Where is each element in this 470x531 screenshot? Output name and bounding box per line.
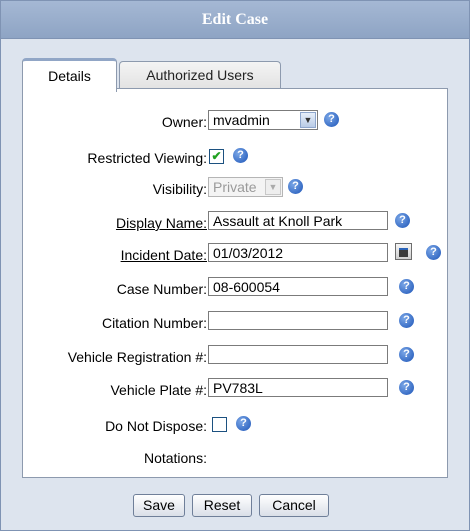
checkmark-icon: ✔ — [211, 149, 222, 163]
owner-select[interactable]: mvadmin ▼ — [208, 110, 318, 130]
incident-date-input[interactable]: 01/03/2012 — [208, 243, 388, 262]
case-number-label: Case Number: — [116, 281, 207, 297]
dialog-title: Edit Case — [1, 1, 469, 39]
do-not-dispose-label: Do Not Dispose: — [105, 418, 207, 434]
do-not-dispose-checkbox[interactable] — [212, 417, 227, 432]
do-not-dispose-row: Do Not Dispose: ? — [23, 414, 447, 438]
help-icon[interactable]: ? — [399, 380, 414, 395]
restricted-viewing-label: Restricted Viewing: — [87, 150, 207, 166]
visibility-select-value: Private — [213, 179, 257, 195]
case-number-input[interactable]: 08-600054 — [208, 277, 388, 296]
restricted-viewing-checkbox[interactable]: ✔ — [209, 149, 224, 164]
vehicle-registration-row: Vehicle Registration #: ? — [23, 345, 447, 369]
case-number-row: Case Number: 08-600054 ? — [23, 277, 447, 301]
help-icon[interactable]: ? — [233, 148, 248, 163]
help-icon[interactable]: ? — [399, 279, 414, 294]
edit-case-dialog: Edit Case Details Authorized Users Owner… — [0, 0, 470, 531]
save-button[interactable]: Save — [133, 494, 185, 517]
details-panel: Owner: mvadmin ▼ ? Restricted Viewing: ✔… — [22, 88, 448, 478]
display-name-row: Display Name: Assault at Knoll Park ? — [23, 211, 447, 235]
incident-date-label[interactable]: Incident Date: — [121, 247, 207, 263]
owner-row: Owner: mvadmin ▼ ? — [23, 110, 447, 134]
visibility-label: Visibility: — [152, 181, 207, 197]
display-name-input[interactable]: Assault at Knoll Park — [208, 211, 388, 230]
tab-details[interactable]: Details — [22, 58, 117, 92]
help-icon[interactable]: ? — [324, 112, 339, 127]
cancel-button[interactable]: Cancel — [259, 494, 329, 517]
visibility-select: Private ▼ — [208, 177, 283, 197]
reset-button[interactable]: Reset — [192, 494, 252, 517]
help-icon[interactable]: ? — [236, 416, 251, 431]
help-icon[interactable]: ? — [426, 245, 441, 260]
help-icon[interactable]: ? — [395, 213, 410, 228]
restricted-viewing-row: Restricted Viewing: ✔ ? — [23, 146, 447, 170]
help-icon[interactable]: ? — [399, 347, 414, 362]
notations-row: Notations: — [23, 446, 447, 470]
chevron-down-icon: ▼ — [265, 179, 281, 195]
chevron-down-icon: ▼ — [300, 112, 316, 128]
help-icon[interactable]: ? — [399, 313, 414, 328]
citation-number-row: Citation Number: ? — [23, 311, 447, 335]
vehicle-plate-input[interactable]: PV783L — [208, 378, 388, 397]
vehicle-registration-input[interactable] — [208, 345, 388, 364]
tab-authorized-users[interactable]: Authorized Users — [119, 61, 281, 89]
vehicle-registration-label: Vehicle Registration #: — [67, 349, 207, 365]
citation-number-input[interactable] — [208, 311, 388, 330]
display-name-label[interactable]: Display Name: — [116, 215, 207, 231]
owner-label: Owner: — [161, 114, 207, 130]
owner-select-value: mvadmin — [213, 112, 270, 128]
citation-number-label: Citation Number: — [101, 315, 207, 331]
calendar-icon[interactable] — [395, 243, 412, 260]
notations-label: Notations: — [143, 450, 207, 466]
vehicle-plate-label: Vehicle Plate #: — [110, 382, 207, 398]
vehicle-plate-row: Vehicle Plate #: PV783L ? — [23, 378, 447, 402]
help-icon[interactable]: ? — [288, 179, 303, 194]
visibility-row: Visibility: Private ▼ ? — [23, 177, 447, 201]
incident-date-row: Incident Date: 01/03/2012 ? — [23, 243, 447, 267]
